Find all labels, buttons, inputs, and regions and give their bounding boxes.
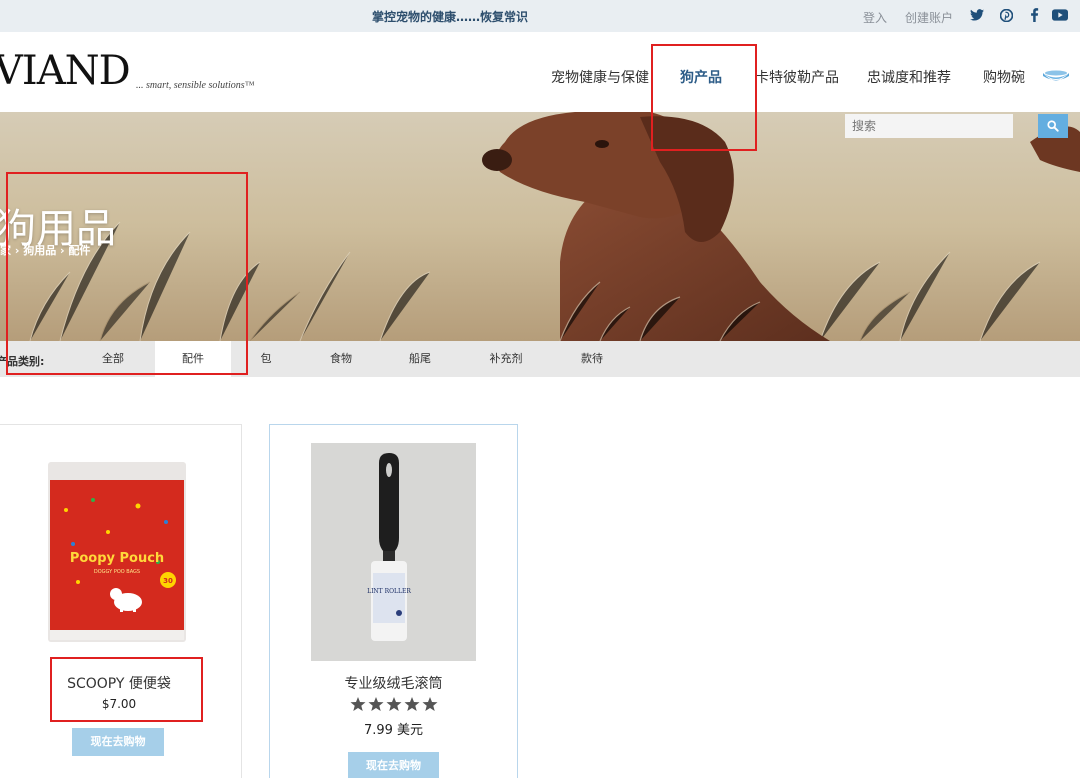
facebook-icon[interactable] [1026, 7, 1042, 23]
youtube-icon[interactable] [1052, 7, 1068, 23]
category-tab-food[interactable]: 食物 [318, 341, 364, 377]
breadcrumb[interactable]: 家 › 狗用品 › 配件 [0, 242, 90, 258]
nav-shopping-bowl[interactable]: 购物碗 [983, 67, 1025, 87]
twitter-icon[interactable] [969, 7, 985, 23]
category-tab-bags[interactable]: 包 [246, 341, 286, 377]
roller-label: LINT ROLLER [367, 588, 411, 595]
rating-stars [350, 697, 438, 711]
lint-roller-product-image[interactable]: LINT ROLLER [311, 443, 476, 661]
dog-in-field-image [0, 112, 1080, 341]
poop-bag-product-image[interactable]: Poopy Pouch DOGGY POO BAGS 30 [48, 462, 186, 642]
site-header: VIAND ... smart, sensible solutions™ 宠物健… [0, 32, 1080, 112]
category-tab-tail[interactable]: 船尾 [397, 341, 443, 377]
pinterest-icon[interactable] [998, 7, 1014, 23]
package-subtitle: DOGGY POO BAGS [94, 569, 140, 575]
product-name[interactable]: SCOOPY 便便袋 [52, 673, 186, 693]
promo-text: 掌控宠物的健康……恢复常识 [371, 10, 528, 24]
category-filter-bar: 产品类别: 全部 配件 包 食物 船尾 补充剂 款待 [0, 341, 1080, 377]
shop-now-button[interactable]: 现在去购物 [72, 728, 164, 756]
nav-cat-products[interactable]: 卡特彼勒产品 [755, 67, 839, 87]
signup-link[interactable]: 创建账户 [905, 9, 953, 26]
search-input[interactable] [845, 114, 1013, 138]
product-price: $7.00 [101, 697, 137, 711]
shop-now-button[interactable]: 现在去购物 [348, 752, 439, 778]
hero-banner: 狗用品 家 › 狗用品 › 配件 [0, 112, 1080, 341]
package-count-badge: 30 [163, 577, 173, 585]
category-label: 产品类别: [0, 355, 45, 368]
bowl-cart-icon[interactable] [1042, 70, 1070, 82]
search-button[interactable] [1038, 114, 1068, 138]
package-brand: Poopy Pouch [70, 551, 164, 566]
category-tab-treats[interactable]: 款待 [568, 341, 616, 377]
category-tab-all[interactable]: 全部 [76, 341, 150, 377]
brand-logo[interactable]: VIAND [0, 48, 131, 94]
product-price: 7.99 美元 [363, 723, 424, 738]
category-tab-supplements[interactable]: 补充剂 [478, 341, 534, 377]
nav-loyalty[interactable]: 忠诚度和推荐 [867, 67, 951, 87]
nav-dog-products[interactable]: 狗产品 [680, 67, 722, 87]
login-link[interactable]: 登入 [863, 9, 887, 26]
nav-pet-health[interactable]: 宠物健康与保健 [551, 67, 649, 87]
top-announcement-bar: 掌控宠物的健康……恢复常识 登入 创建账户 [0, 0, 1080, 32]
search-icon [1047, 120, 1059, 132]
category-tab-accessories[interactable]: 配件 [155, 341, 231, 377]
brand-tagline: ... smart, sensible solutions™ [136, 80, 255, 91]
product-name[interactable]: 专业级绒毛滚筒 [300, 673, 487, 693]
